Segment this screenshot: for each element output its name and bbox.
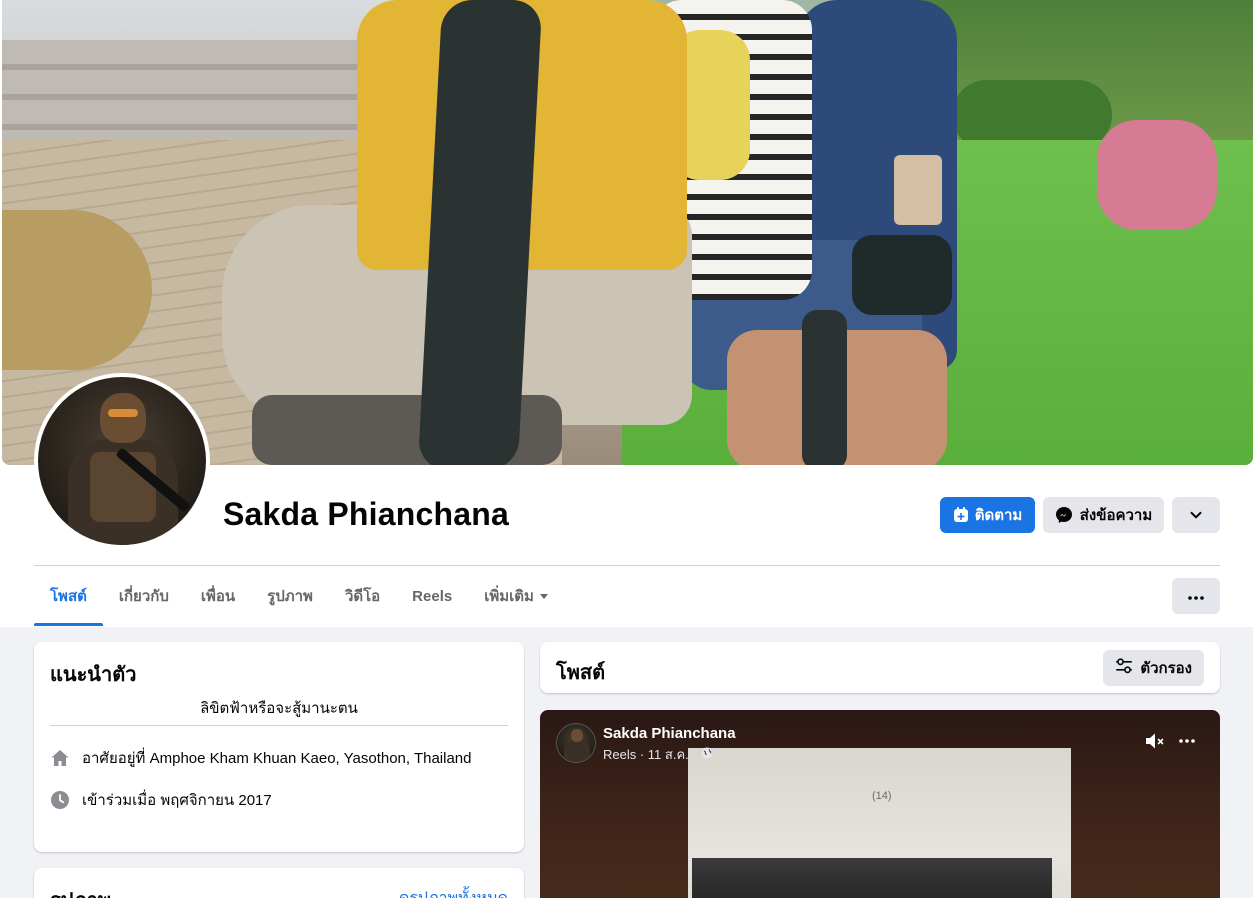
chevron-down-icon xyxy=(1189,508,1203,522)
intro-divider xyxy=(50,725,508,726)
tab-about[interactable]: เกี่ยวกับ xyxy=(103,566,185,626)
filter-label: ตัวกรอง xyxy=(1140,660,1192,677)
follow-label: ติดตาม xyxy=(974,507,1023,524)
intro-lives-in-text: อาศัยอยู่ที่ Amphoe Kham Khuan Kaeo, Yas… xyxy=(82,750,472,767)
cover-photo[interactable] xyxy=(2,0,1253,465)
reel-meta-text: Reels · 11 ส.ค. · xyxy=(603,747,697,762)
ellipsis-icon xyxy=(1188,587,1204,605)
reel-author-avatar[interactable] xyxy=(556,723,596,763)
intro-joined-text: เข้าร่วมเมื่อ พฤศจิกายน 2017 xyxy=(82,792,272,809)
reel-video-photo xyxy=(692,858,1052,898)
muted-speaker-icon[interactable] xyxy=(1144,730,1168,752)
profile-tabs: โพสต์ เกี่ยวกับ เพื่อน รูปภาพ วิดีโอ Ree… xyxy=(34,566,564,626)
intro-title: แนะนำตัว xyxy=(50,664,137,686)
tabs-more-button[interactable] xyxy=(1172,578,1220,614)
reel-meta: Reels · 11 ส.ค. · xyxy=(603,744,713,765)
reel-page-number: (14) xyxy=(872,790,892,802)
tab-posts[interactable]: โพสต์ xyxy=(34,566,103,626)
intro-card: แนะนำตัว ลิขิตฟ้าหรือจะสู้มานะตน อาศัยอย… xyxy=(34,642,524,852)
tab-friends[interactable]: เพื่อน xyxy=(185,566,251,626)
intro-lives-in: อาศัยอยู่ที่ Amphoe Kham Khuan Kaeo, Yas… xyxy=(50,746,472,770)
reel-post[interactable]: (14) Sakda Phianchana Reels · 11 ส.ค. · xyxy=(540,710,1220,898)
profile-name: Sakda Phianchana xyxy=(223,496,509,532)
tab-more[interactable]: เพิ่มเติม xyxy=(468,566,564,626)
reel-author-name[interactable]: Sakda Phianchana xyxy=(603,725,736,742)
intro-joined: เข้าร่วมเมื่อ พฤศจิกายน 2017 xyxy=(50,788,272,812)
tab-videos[interactable]: วิดีโอ xyxy=(329,566,396,626)
tab-reels[interactable]: Reels xyxy=(396,566,468,626)
caret-down-icon xyxy=(539,593,548,599)
clock-icon xyxy=(50,790,70,810)
tab-photos[interactable]: รูปภาพ xyxy=(251,566,329,626)
add-friend-icon xyxy=(953,507,969,523)
profile-avatar[interactable] xyxy=(38,377,206,545)
posts-header-card: โพสต์ ตัวกรอง xyxy=(540,642,1220,693)
home-icon xyxy=(50,748,70,768)
profile-more-button[interactable] xyxy=(1172,497,1220,533)
photos-title: รูปภาพ xyxy=(50,884,111,898)
messenger-icon xyxy=(1055,506,1073,524)
message-label: ส่งข้อความ xyxy=(1079,507,1153,524)
filter-button[interactable]: ตัวกรอง xyxy=(1103,650,1204,686)
intro-bio: ลิขิตฟ้าหรือจะสู้มานะตน xyxy=(200,700,358,717)
follow-button[interactable]: ติดตาม xyxy=(940,497,1035,533)
see-all-photos-link[interactable]: ดูรูปภาพทั้งหมด xyxy=(399,886,508,898)
posts-title: โพสต์ xyxy=(556,662,606,684)
reel-options-icon[interactable] xyxy=(1174,730,1200,752)
globe-icon xyxy=(701,747,713,762)
message-button[interactable]: ส่งข้อความ xyxy=(1043,497,1164,533)
profile-header: Sakda Phianchana ติดตาม ส่งข้อความ โพสต์… xyxy=(0,0,1253,627)
photos-card: รูปภาพ ดูรูปภาพทั้งหมด xyxy=(34,868,524,898)
filter-icon xyxy=(1115,658,1133,678)
